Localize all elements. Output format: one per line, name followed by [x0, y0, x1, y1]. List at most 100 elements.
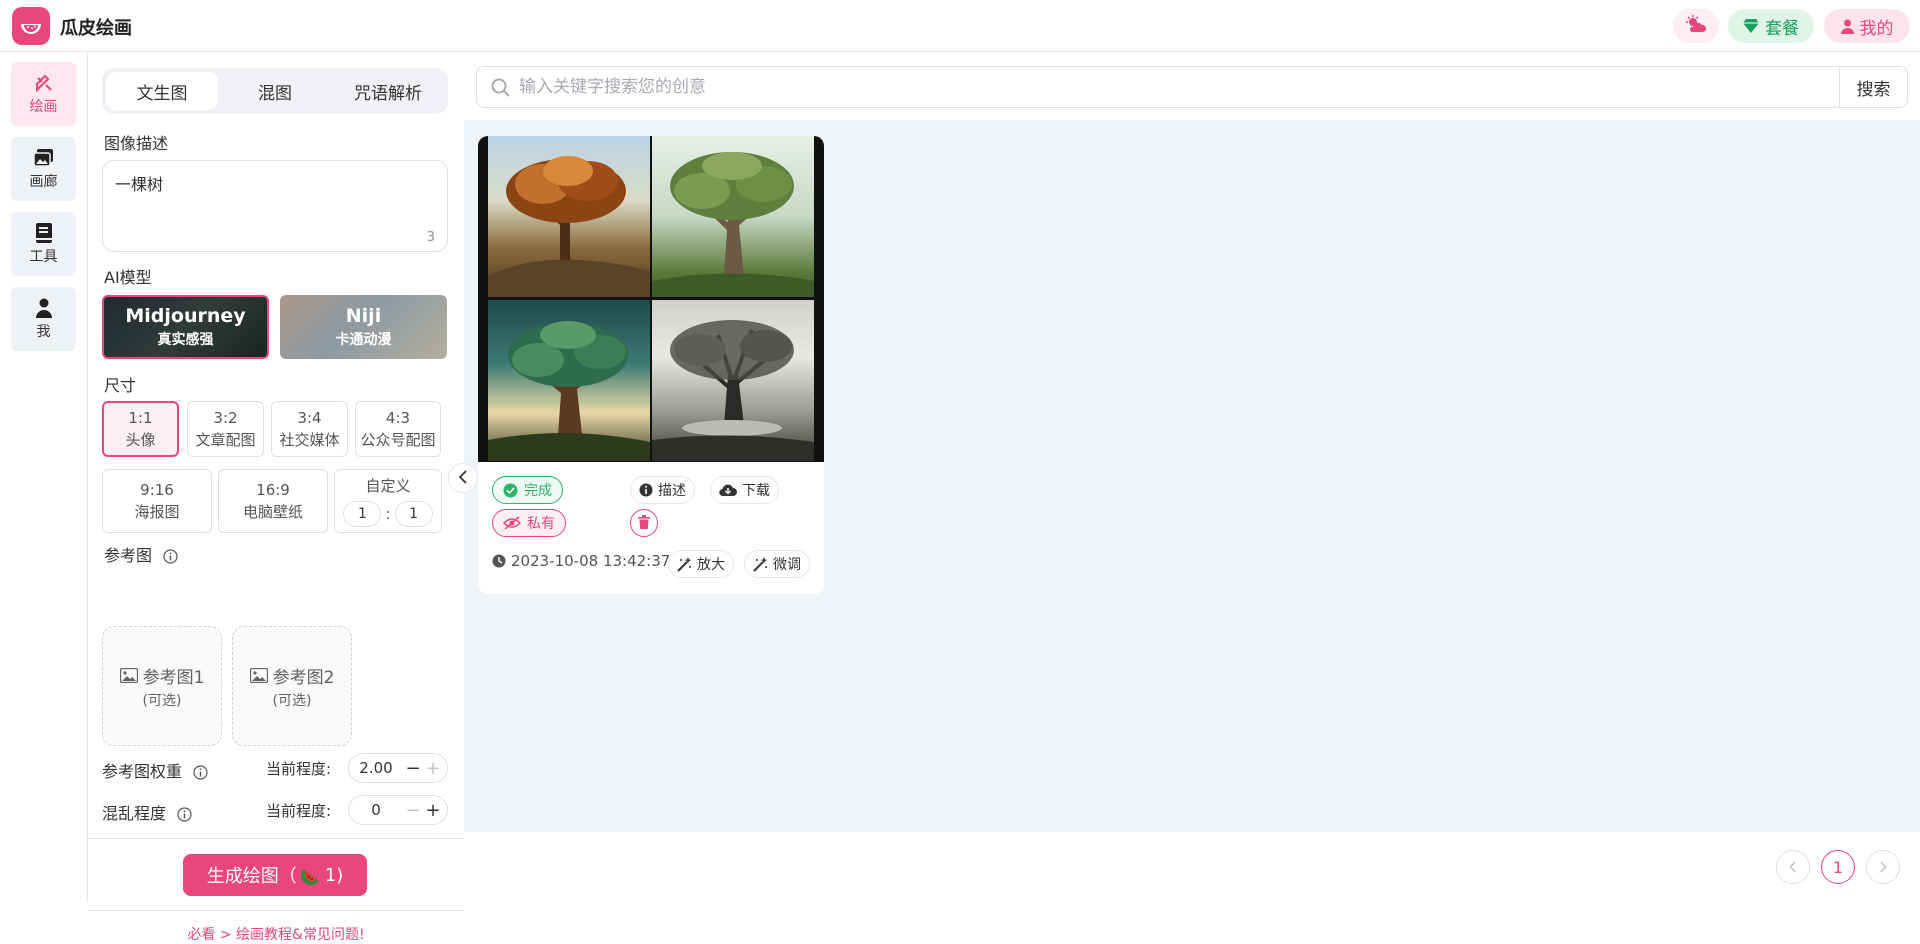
- sidebar-item-label: 工具: [29, 249, 58, 265]
- tweak-button[interactable]: 微调: [744, 550, 810, 578]
- custom-width-input[interactable]: 1: [343, 501, 382, 527]
- size-name: 公众号配图: [360, 431, 436, 449]
- generated-image-3[interactable]: [488, 300, 650, 461]
- settings-panel: 文生图 混图 咒语解析 图像描述 一棵树 3 AI模型 Midjourney 真…: [88, 52, 464, 943]
- chaos-value[interactable]: 0: [349, 801, 403, 819]
- ref-weight-value[interactable]: 2.00: [349, 759, 403, 777]
- tab-blend[interactable]: 混图: [219, 72, 331, 110]
- tweak-label: 微调: [773, 557, 801, 573]
- divider: [88, 910, 464, 911]
- model-name: Niji: [345, 305, 382, 327]
- generate-cost: 1): [324, 864, 344, 886]
- privacy-toggle[interactable]: 私有: [492, 509, 566, 537]
- reference-image-1-upload[interactable]: 参考图1 (可选): [102, 626, 222, 746]
- generated-image-grid[interactable]: [478, 136, 824, 462]
- user-icon: [35, 297, 52, 319]
- size-option-custom[interactable]: 自定义 1 : 1: [334, 469, 442, 533]
- pagination-next-button[interactable]: [1866, 850, 1900, 884]
- reference-image-label: 参考图1: [142, 667, 205, 688]
- custom-size-label: 自定义: [365, 477, 411, 495]
- info-icon[interactable]: [163, 549, 178, 564]
- search-button[interactable]: 搜索: [1839, 67, 1907, 107]
- generated-image-4[interactable]: [652, 300, 814, 461]
- user-icon: [1840, 19, 1854, 34]
- size-option-16-9[interactable]: 16:9 电脑壁纸: [218, 469, 328, 533]
- tab-text-to-image[interactable]: 文生图: [106, 72, 218, 110]
- check-circle-icon: [503, 483, 518, 498]
- book-icon: [35, 222, 52, 244]
- size-option-9-16[interactable]: 9:16 海报图: [102, 469, 212, 533]
- main-area: 输入关键字搜索您的创意 搜索 完成 私有 描述 下载 2023-10-08 13…: [464, 52, 1920, 902]
- decrement-button[interactable]: −: [403, 800, 423, 821]
- download-label: 下载: [742, 483, 770, 499]
- size-option-4-3[interactable]: 4:3 公众号配图: [355, 401, 441, 457]
- ref-weight-stepper[interactable]: 2.00 − +: [348, 753, 448, 783]
- watermelon-logo-icon[interactable]: [12, 7, 50, 45]
- model-midjourney[interactable]: Midjourney 真实感强: [102, 295, 269, 359]
- status-label: 完成: [524, 483, 552, 499]
- result-card: 完成 私有 描述 下载 2023-10-08 13:42:37 放大 微调: [478, 136, 824, 594]
- size-option-1-1[interactable]: 1:1 头像: [102, 401, 179, 457]
- size-name: 电脑壁纸: [242, 503, 303, 521]
- size-option-3-2[interactable]: 3:2 文章配图: [187, 401, 264, 457]
- sidebar-item-tools[interactable]: 工具: [11, 212, 76, 276]
- generated-image-1[interactable]: [488, 136, 650, 297]
- chaos-current-label: 当前程度:: [266, 802, 332, 820]
- plan-button[interactable]: 套餐: [1728, 9, 1814, 43]
- custom-height-input[interactable]: 1: [394, 501, 433, 527]
- tutorial-link[interactable]: 必看 > 绘画教程&常见问题!: [88, 924, 464, 944]
- mine-label: 我的: [1859, 18, 1894, 39]
- watermelon-icon: [300, 865, 321, 885]
- increment-button[interactable]: +: [423, 800, 443, 821]
- chevron-left-icon: [1789, 858, 1797, 877]
- prompt-value: 一棵树: [115, 175, 164, 194]
- chaos-stepper[interactable]: 0 − +: [348, 795, 448, 825]
- prompt-char-count: 3: [426, 230, 435, 245]
- size-ratio: 3:4: [297, 409, 322, 427]
- generated-image-2[interactable]: [652, 136, 814, 297]
- tab-describe[interactable]: 咒语解析: [332, 72, 444, 110]
- status-badge: 完成: [492, 476, 563, 504]
- diamond-icon: [1743, 19, 1759, 33]
- size-option-3-4[interactable]: 3:4 社交媒体: [271, 401, 348, 457]
- info-icon[interactable]: [193, 765, 208, 780]
- collapse-panel-button[interactable]: [448, 463, 478, 493]
- info-icon: [639, 483, 653, 497]
- reference-image-2-upload[interactable]: 参考图2 (可选): [232, 626, 352, 746]
- pagination-page[interactable]: 1: [1821, 850, 1855, 884]
- mine-button[interactable]: 我的: [1824, 9, 1910, 43]
- delete-button[interactable]: [630, 509, 658, 537]
- describe-button[interactable]: 描述: [630, 476, 695, 504]
- search-input[interactable]: 输入关键字搜索您的创意: [519, 67, 706, 107]
- pagination-prev-button[interactable]: [1776, 850, 1810, 884]
- download-button[interactable]: 下载: [710, 476, 779, 504]
- size-ratio: 3:2: [213, 409, 238, 427]
- reference-optional-note: (可选): [272, 692, 312, 709]
- chevron-right-icon: [1879, 858, 1887, 877]
- generate-label: 生成绘图（: [206, 866, 297, 887]
- trash-icon: [638, 514, 650, 533]
- decrement-button[interactable]: −: [403, 758, 423, 779]
- cloud-download-icon: [719, 483, 737, 497]
- info-icon[interactable]: [177, 807, 192, 822]
- sidebar-item-draw[interactable]: 绘画: [11, 62, 76, 126]
- size-name: 海报图: [134, 503, 180, 521]
- model-label: AI模型: [104, 268, 152, 287]
- sidebar-item-gallery[interactable]: 画廊: [11, 137, 76, 201]
- increment-button[interactable]: +: [423, 758, 443, 779]
- size-ratio: 9:16: [140, 481, 174, 499]
- model-niji[interactable]: Niji 卡通动漫: [280, 295, 447, 359]
- upscale-button[interactable]: 放大: [668, 550, 734, 578]
- size-ratio: 4:3: [385, 409, 411, 427]
- search-bar: 输入关键字搜索您的创意 搜索: [476, 66, 1908, 108]
- app-title: 瓜皮绘画: [60, 18, 132, 39]
- reference-optional-note: (可选): [142, 692, 182, 709]
- sidebar-item-me[interactable]: 我: [11, 287, 76, 351]
- custom-size-separator: :: [385, 505, 391, 523]
- weather-button[interactable]: [1673, 9, 1719, 43]
- plan-label: 套餐: [1765, 18, 1799, 39]
- reference-label-text: 参考图: [104, 546, 153, 565]
- generate-button[interactable]: 生成绘图（ 1): [183, 854, 367, 896]
- mode-tabs: 文生图 混图 咒语解析: [102, 68, 448, 114]
- prompt-textarea[interactable]: 一棵树 3: [102, 160, 448, 252]
